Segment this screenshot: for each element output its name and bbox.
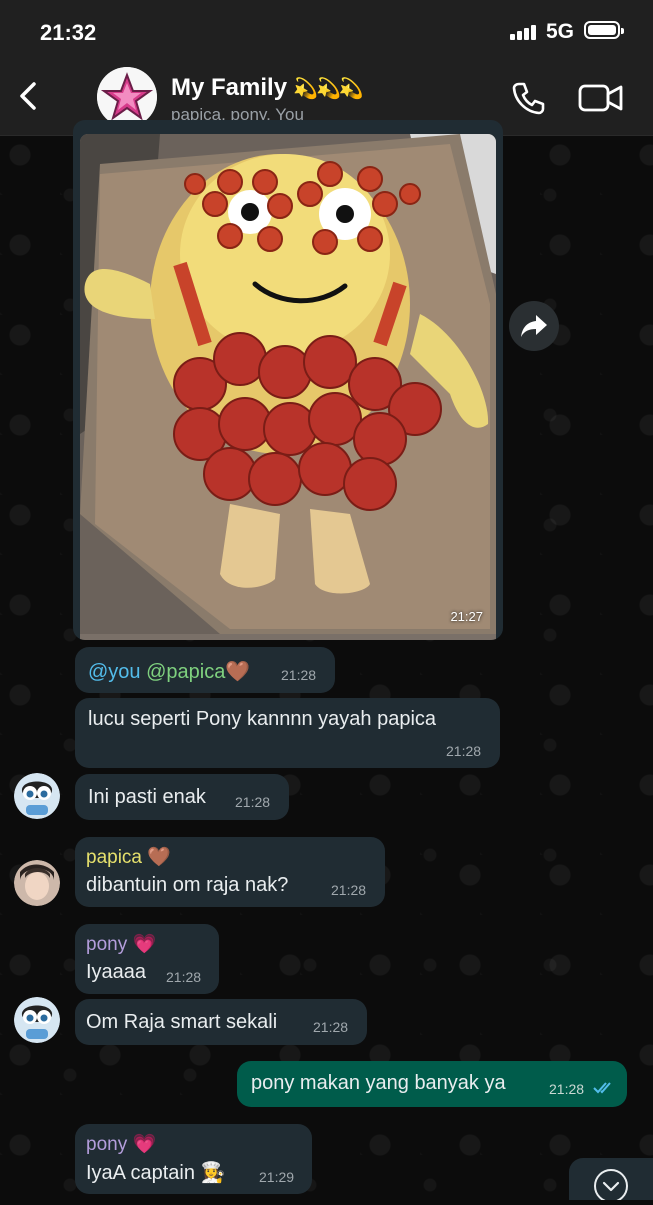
message-time: 21:28 bbox=[549, 1081, 585, 1097]
message-text: @you @papica🤎 bbox=[88, 661, 251, 683]
status-bar: 21:32 5G bbox=[0, 0, 653, 62]
message-text: dibantuin om raja nak? bbox=[86, 874, 289, 896]
chevron-down-icon bbox=[594, 1169, 628, 1203]
pizza-photo[interactable] bbox=[80, 134, 496, 640]
message-text: lucu seperti Pony kannnn yayah papica bbox=[88, 708, 437, 730]
forward-button[interactable] bbox=[509, 301, 559, 351]
forward-icon bbox=[521, 315, 547, 337]
message-bubble[interactable]: pony 💗 Iyaaaa 21:28 bbox=[75, 924, 219, 994]
message-time: 21:28 bbox=[313, 1019, 349, 1035]
sender-name[interactable]: pony 💗 bbox=[86, 1132, 156, 1156]
message-text: Om Raja smart sekali bbox=[86, 1011, 278, 1033]
message-time: 21:28 bbox=[446, 743, 482, 759]
message-bubble[interactable]: papica 🤎 dibantuin om raja nak? 21:28 bbox=[75, 837, 385, 907]
scroll-to-bottom-button[interactable] bbox=[569, 1158, 653, 1203]
sender-name[interactable]: pony 💗 bbox=[86, 932, 156, 956]
message-time: 21:28 bbox=[166, 969, 202, 985]
message-bubble[interactable]: pony 💗 IyaA captain 👩‍🍳 21:29 bbox=[75, 1124, 312, 1194]
battery-icon bbox=[584, 21, 624, 39]
status-time: 21:32 bbox=[40, 20, 97, 45]
image-time: 21:27 bbox=[450, 609, 483, 624]
read-ticks-icon bbox=[593, 1082, 611, 1094]
message-bubble[interactable]: Om Raja smart sekali 21:28 bbox=[75, 999, 367, 1045]
pink-star-icon bbox=[97, 67, 157, 127]
message-time: 21:28 bbox=[235, 794, 271, 810]
chat-title[interactable]: My Family 💫💫💫 bbox=[171, 74, 364, 102]
chevron-left-icon[interactable] bbox=[10, 72, 46, 120]
image-message[interactable]: 21:27 bbox=[73, 120, 503, 640]
message-bubble[interactable]: Ini pasti enak 21:28 bbox=[75, 774, 289, 820]
message-text: pony makan yang banyak ya bbox=[251, 1072, 506, 1094]
papica-avatar[interactable] bbox=[14, 860, 60, 906]
message-time: 21:28 bbox=[331, 882, 367, 898]
message-time: 21:28 bbox=[281, 667, 317, 683]
message-text: IyaA captain 👩‍🍳 bbox=[86, 1162, 226, 1184]
message-bubble[interactable]: @you @papica🤎 21:28 bbox=[75, 647, 335, 693]
outgoing-message-bubble[interactable]: pony makan yang banyak ya 21:28 bbox=[237, 1061, 627, 1107]
message-text: Iyaaaa bbox=[86, 961, 147, 983]
mention-papica[interactable]: @papica bbox=[146, 661, 225, 683]
signal-icon bbox=[510, 24, 540, 40]
sender-name[interactable]: papica 🤎 bbox=[86, 845, 171, 869]
group-avatar[interactable] bbox=[97, 67, 157, 127]
message-time: 21:29 bbox=[259, 1169, 295, 1185]
phone-icon[interactable] bbox=[510, 80, 546, 116]
pizza-image bbox=[80, 134, 496, 634]
message-text: Ini pasti enak bbox=[88, 786, 206, 808]
video-camera-icon[interactable] bbox=[578, 82, 624, 114]
powerpuff-avatar[interactable] bbox=[14, 773, 60, 819]
sparkle-emoji: 💫💫💫 bbox=[293, 78, 364, 100]
network-label: 5G bbox=[546, 20, 575, 43]
powerpuff-avatar[interactable] bbox=[14, 997, 60, 1043]
mention-you[interactable]: @you bbox=[88, 661, 141, 683]
message-bubble[interactable]: lucu seperti Pony kannnn yayah papica 21… bbox=[75, 698, 500, 768]
